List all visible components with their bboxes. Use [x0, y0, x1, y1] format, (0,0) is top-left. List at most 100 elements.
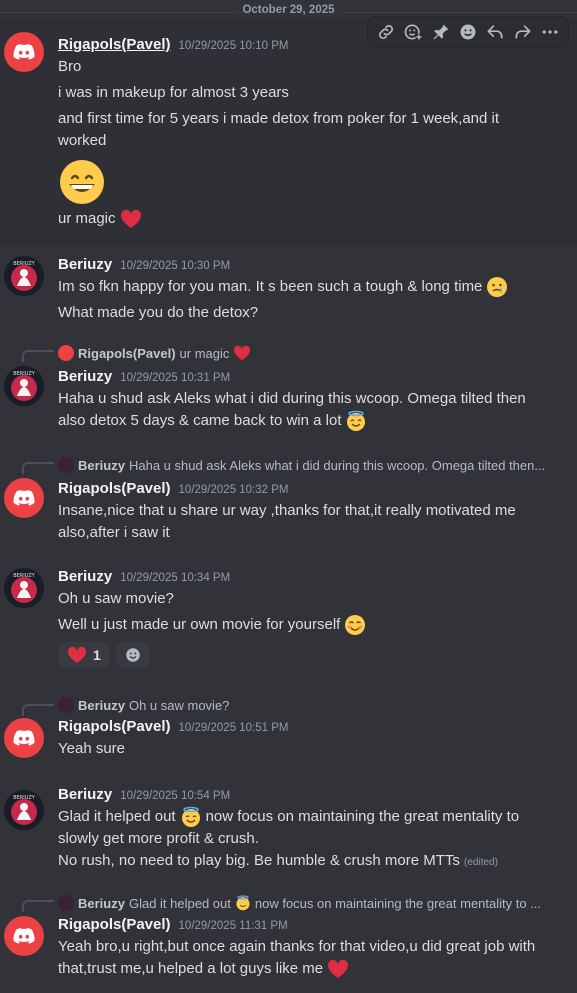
heart-emoji-icon: [234, 345, 251, 361]
beriuzy-avatar-icon: BERIUZY: [4, 568, 44, 608]
reaction-heart[interactable]: 1: [58, 642, 110, 668]
beriuzy-avatar-icon: BERIUZY: [4, 256, 44, 296]
message-group[interactable]: BERIUZY Beriuzy 10/29/2025 10:34 PM Oh u…: [0, 562, 577, 678]
link-icon[interactable]: [375, 21, 397, 43]
reply-reference[interactable]: Beriuzy Oh u saw movie?: [58, 696, 565, 714]
reply-author[interactable]: Beriuzy: [78, 698, 125, 713]
emoji-icon[interactable]: [457, 21, 479, 43]
message-text: also,after i saw it: [58, 524, 170, 541]
timestamp[interactable]: 10/29/2025 10:51 PM: [179, 722, 289, 734]
message-text: Glad it helped out: [58, 808, 176, 825]
message-text: No rush, no need to play big. Be humble …: [58, 852, 460, 869]
message-text: Haha u shud ask Aleks what i did during …: [58, 390, 526, 407]
avatar[interactable]: [4, 478, 44, 518]
reply-text[interactable]: Haha u shud ask Aleks what i did during …: [129, 458, 545, 473]
forward-icon[interactable]: [512, 21, 534, 43]
username[interactable]: Beriuzy: [58, 786, 112, 803]
reply-avatar: [58, 457, 74, 473]
avatar[interactable]: [4, 32, 44, 72]
message-line: No rush, no need to play big. Be humble …: [58, 850, 565, 874]
message-group[interactable]: Rigapols(Pavel) ur magic BERIUZY Beriuzy…: [0, 342, 577, 442]
grinning-emoji-icon[interactable]: [58, 158, 106, 206]
message-line: that,trust me,u helped a lot guys like m…: [58, 958, 565, 980]
reply-text[interactable]: ur magic: [180, 346, 230, 361]
message-text: i was in makeup for almost 3 years: [58, 84, 289, 101]
svg-text:BERIUZY: BERIUZY: [13, 573, 36, 579]
message-group[interactable]: BERIUZY Beriuzy 10/29/2025 10:54 PM Glad…: [0, 784, 577, 880]
username[interactable]: Beriuzy: [58, 368, 112, 385]
add-reaction-icon: [126, 648, 140, 662]
message-group[interactable]: BERIUZY Beriuzy 10/29/2025 10:30 PM Im s…: [0, 246, 577, 336]
message-text: Im so fkn happy for you man. It s been s…: [58, 278, 483, 295]
avatar[interactable]: [4, 718, 44, 758]
reaction-count: 1: [93, 647, 101, 663]
message-text: that,trust me,u helped a lot guys like m…: [58, 960, 324, 977]
innocent-face-emoji-icon[interactable]: [345, 410, 367, 432]
avatar[interactable]: BERIUZY: [4, 256, 44, 296]
heart-emoji-icon[interactable]: [120, 209, 142, 229]
reply-author[interactable]: Rigapols(Pavel): [78, 346, 176, 361]
crying-face-emoji-icon[interactable]: [486, 276, 508, 298]
message-line: Glad it helped out now focus on maintain…: [58, 806, 565, 828]
timestamp[interactable]: 10/29/2025 11:31 PM: [179, 920, 288, 932]
message-text: Well u just made ur own movie for yourse…: [58, 616, 341, 633]
timestamp[interactable]: 10/29/2025 10:32 PM: [179, 484, 289, 496]
message-group[interactable]: Beriuzy Oh u saw movie? Rigapols(Pavel) …: [0, 696, 577, 770]
message-group[interactable]: Beriuzy Glad it helped out now focus on …: [0, 892, 577, 993]
reply-text[interactable]: Oh u saw movie?: [129, 698, 229, 713]
timestamp[interactable]: 10/29/2025 10:34 PM: [120, 572, 230, 584]
timestamp[interactable]: 10/29/2025 10:31 PM: [120, 372, 230, 384]
svg-text:BERIUZY: BERIUZY: [13, 261, 36, 267]
reply-author[interactable]: Beriuzy: [78, 896, 125, 911]
heart-emoji-icon: [67, 646, 87, 664]
date-divider: October 29, 2025: [0, 4, 577, 16]
message-text: What made you do the detox?: [58, 304, 259, 321]
reply-spine: [22, 704, 54, 716]
reply-author[interactable]: Beriuzy: [78, 458, 125, 473]
avatar[interactable]: BERIUZY: [4, 366, 44, 406]
edited-label: (edited): [464, 857, 498, 868]
timestamp[interactable]: 10/29/2025 10:54 PM: [120, 790, 230, 802]
innocent-face-emoji-icon[interactable]: [180, 806, 202, 828]
message-text: Insane,nice that u share ur way ,thanks …: [58, 502, 516, 519]
timestamp[interactable]: 10/29/2025 10:10 PM: [179, 40, 289, 52]
timestamp[interactable]: 10/29/2025 10:30 PM: [120, 260, 230, 272]
beriuzy-avatar-icon: BERIUZY: [4, 366, 44, 406]
message-text: Oh u saw movie?: [58, 590, 174, 607]
username[interactable]: Rigapols(Pavel): [58, 36, 171, 53]
chat-view: October 29, 2025 Rigapols(Pavel) 10/29/2…: [0, 0, 577, 993]
pin-icon[interactable]: [430, 21, 452, 43]
blush-face-emoji-icon[interactable]: [344, 614, 366, 636]
avatar[interactable]: BERIUZY: [4, 790, 44, 830]
message-text: worked: [58, 132, 107, 149]
username[interactable]: Beriuzy: [58, 568, 112, 585]
username[interactable]: Rigapols(Pavel): [58, 718, 171, 735]
reply-text[interactable]: Glad it helped out: [129, 896, 231, 911]
heart-emoji-icon[interactable]: [327, 959, 349, 979]
username[interactable]: Rigapols(Pavel): [58, 480, 171, 497]
message-text: now focus on maintaining the great menta…: [205, 808, 520, 825]
reply-icon[interactable]: [484, 21, 506, 43]
add-reaction-icon[interactable]: [402, 21, 424, 43]
more-icon[interactable]: [539, 21, 561, 43]
discord-logo-icon: [13, 44, 35, 60]
svg-text:BERIUZY: BERIUZY: [13, 371, 36, 377]
message-text: also detox 5 days & came back to win a l…: [58, 412, 342, 429]
username[interactable]: Rigapols(Pavel): [58, 916, 171, 933]
avatar[interactable]: [4, 916, 44, 956]
reply-spine: [22, 350, 54, 362]
message-line: ur magic: [58, 208, 565, 230]
discord-logo-icon: [13, 490, 35, 506]
reactions-bar: 1: [58, 642, 150, 668]
username[interactable]: Beriuzy: [58, 256, 112, 273]
add-reaction-button[interactable]: [115, 642, 150, 668]
message-group[interactable]: Beriuzy Haha u shud ask Aleks what i did…: [0, 454, 577, 550]
reply-text[interactable]: now focus on maintaining the great menta…: [255, 896, 541, 911]
reply-reference[interactable]: Rigapols(Pavel) ur magic: [58, 344, 565, 362]
discord-logo-icon: [13, 730, 35, 746]
message-line: Well u just made ur own movie for yourse…: [58, 614, 565, 636]
avatar[interactable]: BERIUZY: [4, 568, 44, 608]
reply-reference[interactable]: Beriuzy Haha u shud ask Aleks what i did…: [58, 456, 565, 474]
reply-reference[interactable]: Beriuzy Glad it helped out now focus on …: [58, 894, 565, 912]
message-group[interactable]: Rigapols(Pavel) 10/29/2025 10:10 PM Bro …: [0, 16, 577, 246]
